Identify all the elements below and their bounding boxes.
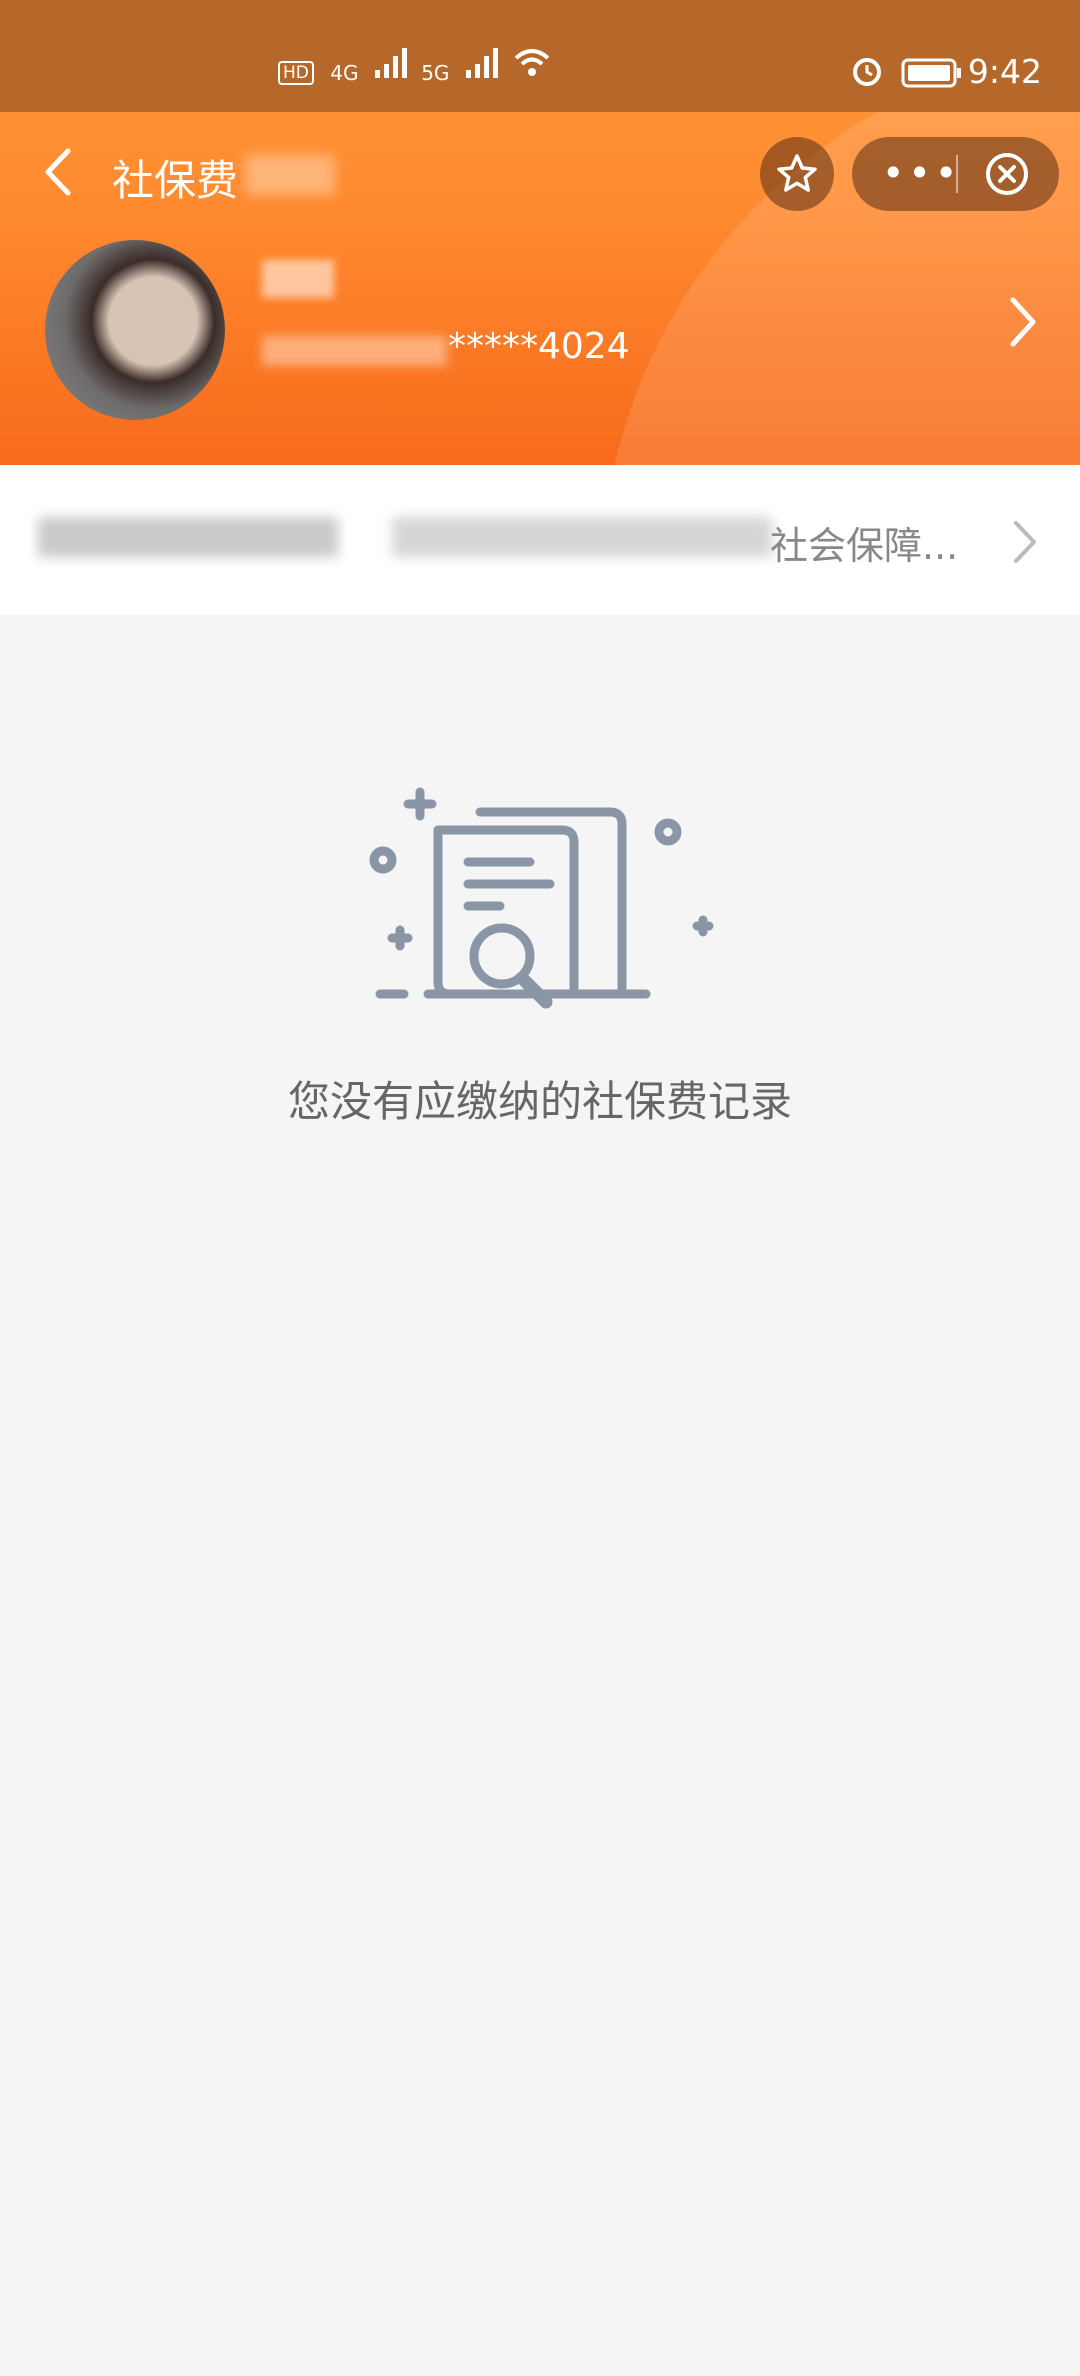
alarm-icon — [853, 58, 881, 86]
insurance-info-row[interactable]: 社会保障... — [0, 465, 1080, 615]
user-card[interactable]: *****4024 — [0, 230, 1080, 420]
capsule-divider — [956, 155, 958, 193]
system-icons — [850, 54, 963, 92]
chevron-right-icon — [1010, 297, 1036, 347]
wifi-icon — [514, 49, 550, 76]
nav-bar: 社保费 ••• — [0, 125, 1080, 225]
network-2-label: 5G — [421, 60, 450, 85]
user-name-redacted — [262, 260, 334, 298]
more-button[interactable]: ••• — [882, 151, 961, 195]
chevron-right-icon — [1014, 521, 1036, 563]
close-icon[interactable] — [984, 151, 1030, 197]
status-bar: HD 4G 5G 9:42 — [0, 0, 1080, 112]
user-id-masked: *****4024 — [448, 326, 630, 367]
title-redacted — [245, 155, 335, 195]
header: HD 4G 5G 9:42 社保费 ••• *****4024 — [0, 0, 1080, 465]
favorite-button[interactable] — [760, 137, 834, 211]
signal-icon-2 — [465, 48, 498, 78]
back-icon[interactable] — [38, 147, 78, 197]
document-search-icon — [369, 787, 714, 1009]
id-redacted — [262, 336, 447, 366]
page-title: 社保费 — [112, 156, 239, 205]
signal-icon — [374, 48, 407, 78]
signal-indicators: HD 4G 5G — [278, 46, 552, 85]
mini-program-capsule: ••• — [852, 137, 1059, 211]
info-text: 社会保障... — [770, 524, 959, 568]
network-1-label: 4G — [330, 60, 359, 85]
status-time: 9:42 — [967, 52, 1042, 91]
info-value-redacted — [392, 517, 772, 557]
star-icon — [777, 154, 817, 192]
hd-badge: HD — [278, 60, 314, 85]
info-label-redacted — [38, 517, 338, 557]
avatar — [45, 240, 225, 420]
battery-icon — [901, 58, 962, 88]
empty-message: 您没有应缴纳的社保费记录 — [287, 1077, 792, 1126]
